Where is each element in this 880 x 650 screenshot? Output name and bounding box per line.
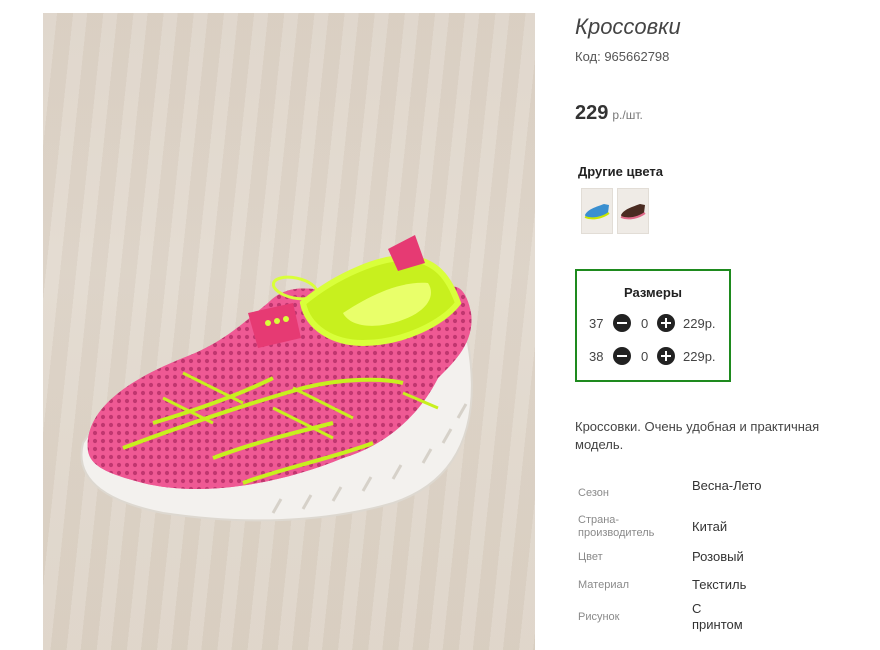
size-quantity: 0 [641,316,649,331]
spec-label: Сезон [578,487,609,499]
spec-label: Рисунок [578,611,620,623]
size-number: 38 [589,349,604,364]
plus-circle-icon[interactable] [657,347,675,365]
other-colors-title: Другие цвета [578,164,663,179]
brown-sneaker-thumbnail [620,204,646,220]
blue-sneaker-thumbnail [584,204,610,220]
sizes-box: Размеры 37 0 229р. 38 0 229р. [575,269,731,382]
spec-value: Весна-Лето [692,478,762,493]
product-code: Код: 965662798 [575,49,670,64]
spec-value: С принтом [692,601,743,632]
spec-value: Розовый [692,549,744,564]
size-price: 229р. [683,349,716,364]
product-price: 229 р./шт. [575,102,643,125]
sneaker-image [80,235,473,522]
spec-value: Китай [692,519,728,534]
minus-circle-icon[interactable] [613,347,631,365]
product-description: Кроссовки. Очень удобная и практичная мо… [575,419,820,452]
color-swatch-blue[interactable] [581,188,613,234]
spec-label: Цвет [578,551,603,563]
product-photo[interactable] [43,13,535,650]
price-value: 229 [575,102,609,124]
sizes-title: Размеры [624,285,682,300]
size-number: 37 [589,316,604,331]
color-swatch-brown[interactable] [617,188,649,234]
size-quantity: 0 [641,349,649,364]
minus-circle-icon[interactable] [613,314,631,332]
product-title: Кроссовки [575,14,681,39]
plus-circle-icon[interactable] [657,314,675,332]
size-price: 229р. [683,316,716,331]
price-unit: р./шт. [612,108,643,122]
spec-label: Страна-производитель [578,514,655,539]
spec-label: Материал [578,579,629,591]
spec-value: Текстиль [692,577,747,592]
